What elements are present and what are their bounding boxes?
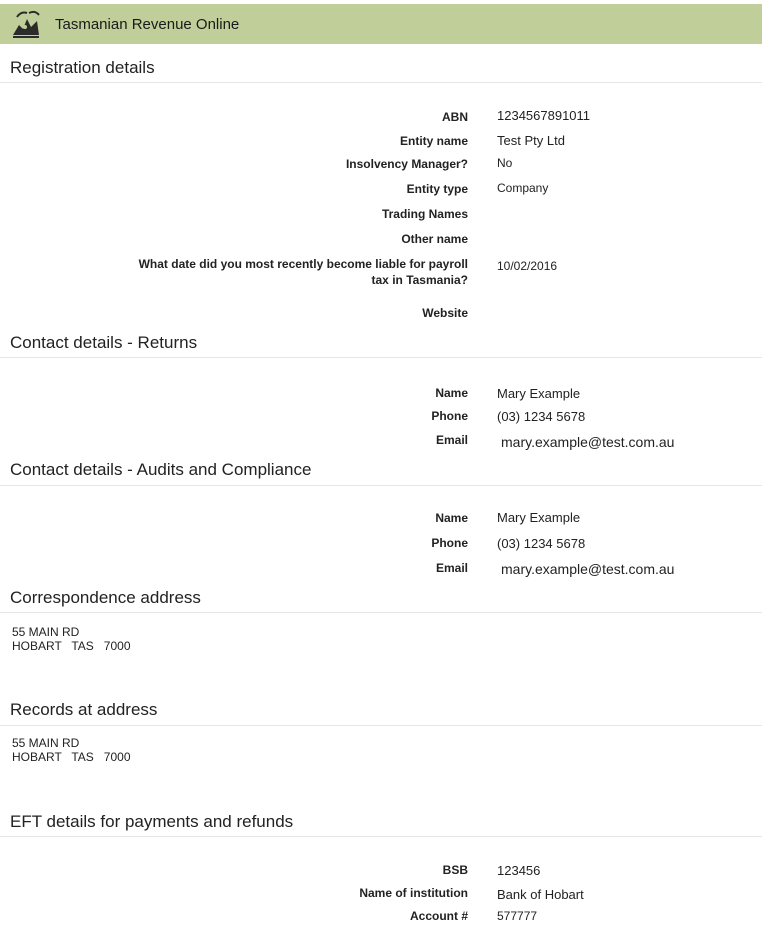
other-name-label: Other name [401, 232, 468, 246]
insolvency-manager-value: No [497, 156, 513, 170]
contact-returns-heading: Contact details - Returns [10, 333, 198, 352]
registration-heading: Registration details [10, 58, 155, 77]
trading-names-label: Trading Names [381, 207, 468, 221]
insolvency-manager-label: Insolvency Manager? [345, 157, 468, 171]
audits-email-value: mary.example@test.com.au [501, 561, 675, 577]
audits-phone-label: Phone [431, 536, 468, 550]
correspondence-address-line1: 55 MAIN RD [12, 625, 80, 639]
payroll-liable-date-label: What date did you most recently become l… [138, 257, 468, 287]
bsb-value: 123456 [497, 863, 541, 878]
tasmanian-devil-logo-icon [9, 7, 43, 41]
contact-audits-rule [0, 485, 762, 486]
account-number-label: Account # [409, 909, 468, 923]
correspondence-address-line2: HOBART TAS 7000 [12, 639, 131, 653]
correspondence-heading: Correspondence address [10, 588, 201, 607]
audits-name-value: Mary Example [497, 510, 581, 525]
returns-email-value: mary.example@test.com.au [501, 434, 675, 450]
contact-audits-heading: Contact details - Audits and Compliance [10, 460, 312, 479]
audits-name-label: Name [435, 511, 468, 525]
app-title: Tasmanian Revenue Online [55, 16, 240, 33]
records-address-line2: HOBART TAS 7000 [12, 750, 131, 764]
entity-type-value: Company [497, 181, 549, 195]
returns-name-value: Mary Example [497, 386, 581, 401]
entity-name-value: Test Pty Ltd [497, 133, 565, 148]
contact-returns-rule [0, 357, 762, 358]
bsb-label: BSB [442, 863, 468, 877]
abn-value: 1234567891011 [497, 108, 591, 123]
registration-rule [0, 82, 762, 83]
payroll-liable-date-value: 10/02/2016 [497, 259, 558, 273]
records-heading: Records at address [10, 700, 158, 719]
returns-phone-value: (03) 1234 5678 [497, 409, 586, 424]
website-label: Website [422, 306, 468, 320]
records-rule [0, 725, 762, 726]
abn-label: ABN [442, 110, 468, 124]
audits-phone-value: (03) 1234 5678 [497, 536, 586, 551]
eft-rule [0, 836, 762, 837]
institution-name-label: Name of institution [359, 886, 468, 900]
app-header: Tasmanian Revenue Online [0, 4, 762, 44]
audits-email-label: Email [435, 561, 468, 575]
eft-heading: EFT details for payments and refunds [10, 812, 294, 831]
account-number-value: 577777 [497, 909, 538, 923]
returns-email-label: Email [435, 433, 468, 447]
institution-name-value: Bank of Hobart [497, 887, 584, 902]
entity-type-label: Entity type [406, 182, 468, 196]
entity-name-label: Entity name [399, 134, 468, 148]
records-address-line1: 55 MAIN RD [12, 736, 80, 750]
returns-phone-label: Phone [431, 409, 468, 423]
returns-name-label: Name [435, 386, 468, 400]
correspondence-rule [0, 612, 762, 613]
